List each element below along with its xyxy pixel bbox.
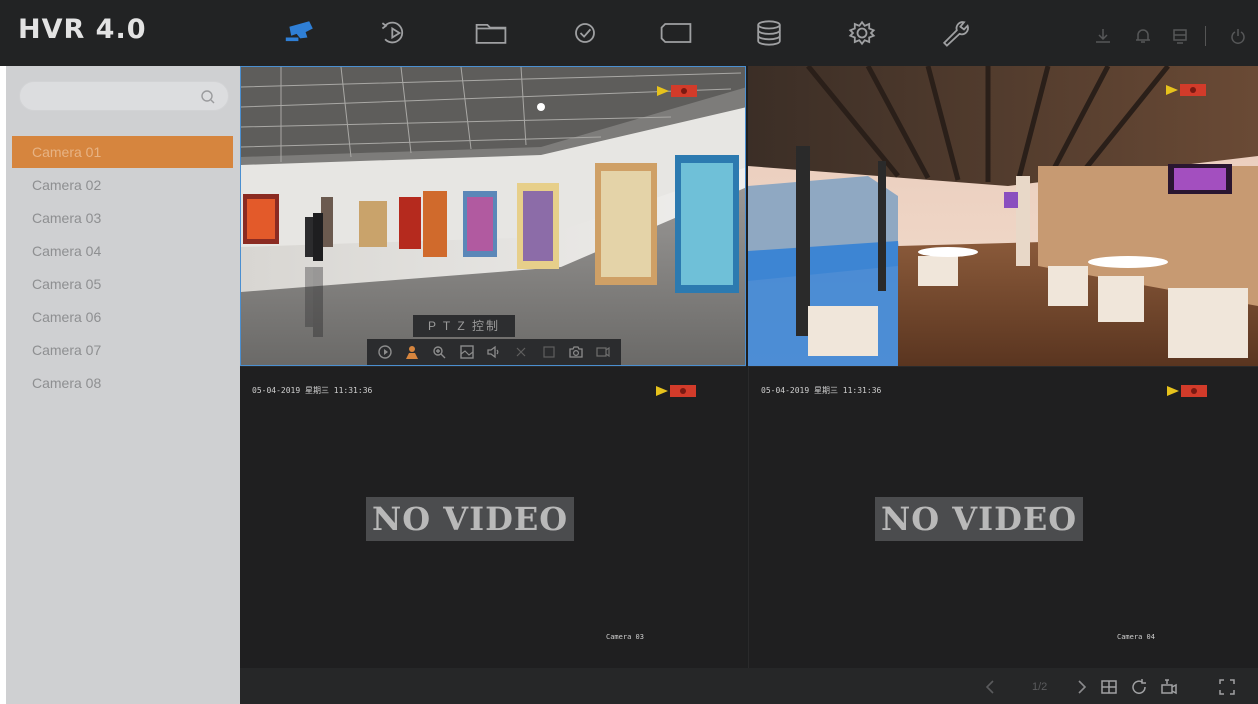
record-status-icon bbox=[656, 385, 696, 397]
video-tile-camera-02[interactable] bbox=[748, 66, 1258, 366]
image-settings-icon[interactable] bbox=[458, 343, 476, 361]
file-folder-icon[interactable] bbox=[469, 16, 513, 50]
previous-page-icon[interactable] bbox=[982, 678, 1000, 696]
stream-icon[interactable] bbox=[540, 343, 558, 361]
power-icon[interactable] bbox=[1228, 26, 1248, 46]
restaurant-video-feed bbox=[748, 66, 1258, 366]
search-input[interactable] bbox=[19, 81, 229, 111]
camera-list-item-03[interactable]: Camera 03 bbox=[12, 202, 233, 234]
search-icon[interactable] bbox=[200, 89, 216, 105]
camera-list-item-05[interactable]: Camera 05 bbox=[12, 268, 233, 300]
display-monitor-icon[interactable] bbox=[654, 16, 698, 50]
osd-camera-name: Camera 03 bbox=[606, 633, 644, 641]
no-video-message: NO VIDEO bbox=[875, 497, 1084, 541]
app-title: HVR 4.0 bbox=[18, 14, 147, 45]
osd-timestamp: 05-04-2019 星期三 11:31:36 bbox=[761, 386, 882, 395]
top-bar: HVR 4.0 bbox=[0, 0, 1258, 66]
layout-grid-icon[interactable] bbox=[1100, 678, 1118, 696]
record-status-icon bbox=[1167, 385, 1207, 397]
fullscreen-icon[interactable] bbox=[1218, 678, 1236, 696]
ptz-control-icon[interactable] bbox=[403, 343, 421, 361]
two-way-audio-icon[interactable] bbox=[512, 343, 530, 361]
playback-icon[interactable] bbox=[373, 16, 417, 50]
smart-search-icon[interactable] bbox=[563, 16, 607, 50]
tile-toolbar bbox=[367, 339, 621, 365]
camera-sidebar: Camera 01 Camera 02 Camera 03 Camera 04 … bbox=[6, 66, 240, 704]
storage-database-icon[interactable] bbox=[747, 16, 791, 50]
video-grid: P T Z 控制 05-04-2019 星期三 11:31:36 NO VIDE… bbox=[240, 66, 1258, 669]
video-tile-camera-03[interactable]: 05-04-2019 星期三 11:31:36 NO VIDEO Camera … bbox=[240, 366, 746, 669]
live-view-camera-icon[interactable] bbox=[280, 16, 324, 50]
video-tile-camera-04[interactable]: 05-04-2019 星期三 11:31:36 NO VIDEO Camera … bbox=[748, 366, 1258, 669]
camera-info-icon[interactable] bbox=[594, 343, 612, 361]
ptz-tooltip: P T Z 控制 bbox=[413, 315, 515, 337]
snapshot-icon[interactable] bbox=[567, 343, 585, 361]
camera-list-item-08[interactable]: Camera 08 bbox=[12, 367, 233, 399]
osd-timestamp: 05-04-2019 星期三 11:31:36 bbox=[252, 386, 373, 395]
no-video-message: NO VIDEO bbox=[366, 497, 575, 541]
divider bbox=[1205, 26, 1206, 46]
bottom-toolbar: 1/2 bbox=[240, 668, 1258, 704]
camera-list-item-07[interactable]: Camera 07 bbox=[12, 334, 233, 366]
settings-gear-icon[interactable] bbox=[840, 16, 884, 50]
video-tile-camera-01[interactable]: P T Z 控制 bbox=[240, 66, 746, 366]
next-page-icon[interactable] bbox=[1072, 678, 1090, 696]
camera-list-item-06[interactable]: Camera 06 bbox=[12, 301, 233, 333]
audio-icon[interactable] bbox=[485, 343, 503, 361]
digital-zoom-icon[interactable] bbox=[430, 343, 448, 361]
record-status-icon bbox=[1166, 84, 1206, 96]
record-status-icon bbox=[657, 85, 697, 97]
camera-group-icon[interactable] bbox=[1160, 678, 1178, 696]
alarm-bell-icon[interactable] bbox=[1133, 26, 1153, 46]
maintenance-wrench-icon[interactable] bbox=[933, 16, 977, 50]
auto-switch-icon[interactable] bbox=[1130, 678, 1148, 696]
camera-list-item-01[interactable]: Camera 01 bbox=[12, 136, 233, 168]
camera-list-item-02[interactable]: Camera 02 bbox=[12, 169, 233, 201]
page-indicator: 1/2 bbox=[1032, 681, 1048, 693]
camera-list-item-04[interactable]: Camera 04 bbox=[12, 235, 233, 267]
download-icon[interactable] bbox=[1093, 26, 1113, 46]
instant-playback-icon[interactable] bbox=[376, 343, 394, 361]
osd-camera-name: Camera 04 bbox=[1117, 633, 1155, 641]
screen-icon[interactable] bbox=[1170, 26, 1190, 46]
